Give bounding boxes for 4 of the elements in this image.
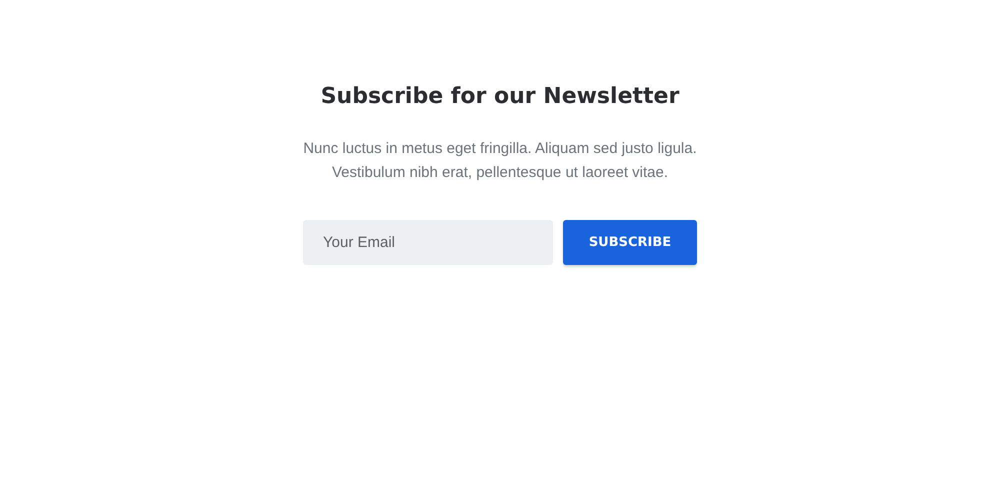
newsletter-title: Subscribe for our Newsletter bbox=[320, 84, 680, 109]
newsletter-description: Nunc luctus in metus eget fringilla. Aliquam sed justo ligula. Vestibulum nibh erat, pellentesque ut laoreet vitae. bbox=[303, 139, 697, 183]
email-field[interactable]: Your Email bbox=[303, 220, 553, 265]
subscribe-button[interactable]: SUBSCRIBE bbox=[563, 220, 697, 265]
